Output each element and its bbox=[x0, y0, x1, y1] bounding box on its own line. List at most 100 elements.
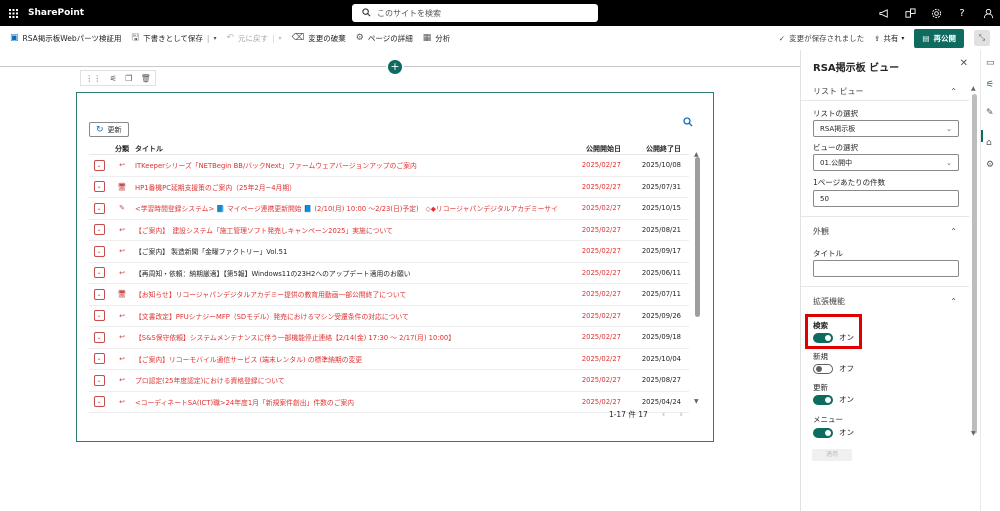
scroll-thumb[interactable] bbox=[695, 157, 700, 317]
rsa-bulletin-webpart[interactable]: ↻ 更新 分類 タイトル 公開開始日 公開終了日 ⌄ ↩ ITKeeperシリーズ「… bbox=[76, 92, 714, 442]
table-row[interactable]: ⌄ ↩ <コーディネートSA(ICT)職>24年度1月「新規案件創出」件数のご案内 2… bbox=[89, 392, 689, 413]
duplicate-icon[interactable]: ❐ bbox=[125, 74, 132, 83]
row-title[interactable]: プロ認定(25年度認定)における資格登録について bbox=[135, 375, 559, 385]
table-row[interactable]: ⌄ ↩ 【ご案内】 建設システム「施工管理ソフト発売しキャンペーン2025」実施につ… bbox=[89, 220, 689, 241]
design-icon[interactable]: ✎ bbox=[986, 108, 994, 118]
brand-name[interactable]: SharePoint bbox=[28, 8, 84, 18]
republish-button[interactable]: ▤ 再公開 bbox=[914, 28, 964, 48]
apply-button[interactable]: 適用 bbox=[812, 449, 852, 461]
expand-icon[interactable]: ⌄ bbox=[93, 202, 105, 214]
drag-handle-icon[interactable]: ⋮⋮ bbox=[85, 74, 101, 83]
scroll-down-icon[interactable]: ▼ bbox=[971, 430, 976, 437]
chevron-down-icon[interactable]: ▾ bbox=[279, 35, 282, 42]
add-section-button[interactable]: + bbox=[388, 60, 402, 74]
table-row[interactable]: ⌄ ↩ 【文書改定】PFUシナジーMFP（SDモデル）発売におけるマシン受還条件の対… bbox=[89, 306, 689, 327]
expand-icon[interactable]: ⌄ bbox=[93, 245, 105, 257]
toggle-menu[interactable]: オン bbox=[813, 427, 854, 438]
list-select-dropdown[interactable]: RSA掲示板 ⌄ bbox=[813, 120, 959, 137]
expand-icon[interactable]: ⌄ bbox=[93, 331, 105, 343]
toggle-new[interactable]: オフ bbox=[813, 363, 854, 374]
property-pane: RSA掲示板 ビュー ✕ リスト ビュー ⌃ リストの選択 RSA掲示板 ⌄ ビュ… bbox=[800, 50, 980, 511]
analytics-button[interactable]: ▦ 分析 bbox=[423, 33, 451, 44]
collapse-panel-button[interactable]: ⤡ bbox=[974, 30, 990, 46]
row-title[interactable]: HP1番機PC延期支援策のご案内（25年2月~4月期） bbox=[135, 182, 559, 192]
column-title[interactable]: タイトル bbox=[135, 144, 559, 154]
column-start[interactable]: 公開開始日 bbox=[559, 144, 621, 154]
page-details-button[interactable]: ⚙ ページの詳細 bbox=[356, 33, 413, 44]
chevron-down-icon[interactable]: ▾ bbox=[213, 35, 216, 42]
row-title[interactable]: 【お知らせ】リコージャパンデジタルアカデミー提供の教育用動画一部公開終了について bbox=[135, 289, 559, 299]
expand-icon[interactable]: ⌄ bbox=[93, 288, 105, 300]
toolbox-icon[interactable]: ▭ bbox=[986, 58, 995, 68]
expand-icon[interactable]: ⌄ bbox=[93, 396, 105, 408]
title-input[interactable] bbox=[813, 260, 959, 277]
close-icon[interactable]: ✕ bbox=[960, 58, 968, 69]
row-title[interactable]: 【ご案内】 製造新聞「金曜ファクトリー」Vol.51 bbox=[135, 246, 559, 256]
share-icon: ⇪ bbox=[874, 33, 881, 43]
megaphone-icon[interactable] bbox=[878, 7, 890, 19]
table-row[interactable]: ⌄ ↩ 【ご案内】リコーモバイル通信サービス (端末レンタル) の標準納期の変更 20… bbox=[89, 349, 689, 370]
row-title[interactable]: ITKeeperシリーズ「NETBegin BB/バックNext」ファームウェア… bbox=[135, 160, 559, 170]
edit-properties-icon[interactable]: ⚟ bbox=[110, 74, 117, 83]
gear-icon[interactable] bbox=[930, 7, 942, 19]
expand-icon[interactable]: ⌄ bbox=[93, 159, 105, 171]
pane-scrollbar[interactable]: ▲ ▼ bbox=[970, 50, 978, 440]
app-icon[interactable] bbox=[904, 7, 916, 19]
expand-icon[interactable]: ⌄ bbox=[93, 310, 105, 322]
extensions-section[interactable]: 拡張機能 ⌃ bbox=[801, 294, 969, 308]
row-title[interactable]: 【再周知・依頼：納期厳適】【第5報】Windows11の23H2へのアップデート… bbox=[135, 268, 559, 278]
table-row[interactable]: ⌄ ↩ 【S&S保守依頼】システムメンテナンスに伴う一部機能停止連絡【2/14(金)… bbox=[89, 327, 689, 349]
row-title[interactable]: <学習時間登録システム> 📘 マイページ連携更新開始 📘 (2/10(月) 10… bbox=[135, 203, 559, 213]
table-row[interactable]: ⌄ ↩ 【再周知・依頼：納期厳適】【第5報】Windows11の23H2へのアップデ… bbox=[89, 263, 689, 284]
share-button[interactable]: ⇪ 共有 ▾ bbox=[874, 33, 904, 44]
list-scrollbar[interactable]: ▲ ▼ bbox=[694, 151, 700, 405]
expand-icon[interactable]: ⌄ bbox=[93, 224, 105, 236]
column-category[interactable]: 分類 bbox=[109, 144, 135, 154]
right-rail: ▭ ⚟ ✎ ⌂ ⚙ bbox=[980, 50, 1000, 511]
discard-changes-button[interactable]: ⌫ 変更の破棄 bbox=[292, 33, 346, 44]
chevron-up-icon[interactable]: ⌃ bbox=[950, 87, 957, 96]
refresh-button[interactable]: ↻ 更新 bbox=[89, 122, 129, 137]
column-end[interactable]: 公開終了日 bbox=[621, 144, 681, 154]
table-row[interactable]: ⌄ ✎ <学習時間登録システム> 📘 マイページ連携更新開始 📘 (2/10(月) … bbox=[89, 198, 689, 220]
prev-page-icon[interactable]: ‹ bbox=[662, 410, 666, 420]
row-title[interactable]: 【ご案内】リコーモバイル通信サービス (端末レンタル) の標準納期の変更 bbox=[135, 354, 559, 364]
table-row[interactable]: ⌄ ↩ ITKeeperシリーズ「NETBegin BB/バックNext」ファームウ… bbox=[89, 155, 689, 177]
expand-icon[interactable]: ⌄ bbox=[93, 181, 105, 193]
table-row[interactable]: ⌄ 🖥 【お知らせ】リコージャパンデジタルアカデミー提供の教育用動画一部公開終了につ… bbox=[89, 284, 689, 306]
scroll-up-icon[interactable]: ▲ bbox=[971, 85, 976, 92]
page-name-button[interactable]: ▣ RSA掲示板Webパーツ検証用 bbox=[10, 33, 121, 44]
help-icon[interactable]: ? bbox=[956, 7, 968, 19]
chevron-up-icon[interactable]: ⌃ bbox=[950, 227, 957, 236]
building-icon[interactable]: ⌂ bbox=[986, 138, 992, 148]
expand-icon[interactable]: ⌄ bbox=[93, 353, 105, 365]
per-page-input[interactable]: 50 bbox=[813, 190, 959, 207]
gear-icon[interactable]: ⚙ bbox=[986, 160, 994, 170]
app-launcher-icon[interactable] bbox=[0, 0, 26, 26]
account-icon[interactable] bbox=[982, 7, 994, 19]
table-row[interactable]: ⌄ ↩ 【ご案内】 製造新聞「金曜ファクトリー」Vol.51 2025/02/27 20… bbox=[89, 241, 689, 263]
site-search-box[interactable]: このサイトを検索 bbox=[352, 4, 598, 22]
search-icon[interactable] bbox=[683, 117, 693, 130]
scroll-thumb[interactable] bbox=[972, 94, 977, 434]
undo-button[interactable]: ↶ 元に戻す | ▾ bbox=[226, 33, 281, 44]
row-title[interactable]: 【文書改定】PFUシナジーMFP（SDモデル）発売におけるマシン受還条件の対応に… bbox=[135, 311, 559, 321]
scroll-down-icon[interactable]: ▼ bbox=[694, 398, 699, 405]
row-title[interactable]: 【ご案内】 建設システム「施工管理ソフト発売しキャンペーン2025」実施について bbox=[135, 225, 559, 235]
table-row[interactable]: ⌄ ↩ プロ認定(25年度認定)における資格登録について 2025/02/27 2025… bbox=[89, 370, 689, 392]
chevron-down-icon: ⌄ bbox=[946, 124, 952, 133]
delete-icon[interactable]: 🗑 bbox=[141, 74, 151, 83]
list-view-section[interactable]: リスト ビュー ⌃ bbox=[801, 84, 969, 98]
expand-icon[interactable]: ⌄ bbox=[93, 267, 105, 279]
appearance-section[interactable]: 外観 ⌃ bbox=[801, 224, 969, 238]
expand-icon[interactable]: ⌄ bbox=[93, 374, 105, 386]
view-select-dropdown[interactable]: 01.公開中 ⌄ bbox=[813, 154, 959, 171]
row-title[interactable]: 【S&S保守依頼】システムメンテナンスに伴う一部機能停止連絡【2/14(金) 1… bbox=[135, 332, 559, 342]
next-page-icon[interactable]: › bbox=[679, 410, 683, 420]
table-row[interactable]: ⌄ 🖥 HP1番機PC延期支援策のご案内（25年2月~4月期） 2025/02/27 2… bbox=[89, 177, 689, 198]
save-draft-button[interactable]: 🖫 下書きとして保存 | ▾ bbox=[131, 30, 216, 46]
row-title[interactable]: <コーディネートSA(ICT)職>24年度1月「新規案件創出」件数のご案内 bbox=[135, 397, 559, 407]
toggle-refresh[interactable]: オン bbox=[813, 394, 854, 405]
chevron-up-icon[interactable]: ⌃ bbox=[950, 297, 957, 306]
properties-icon[interactable]: ⚟ bbox=[986, 80, 994, 90]
